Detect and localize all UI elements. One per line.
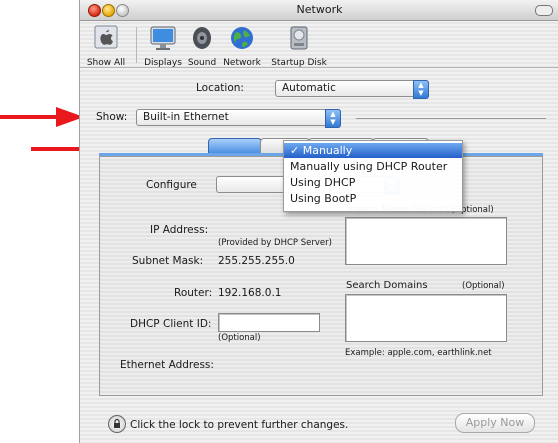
menu-item-using-bootp[interactable]: Using BootP (284, 191, 462, 206)
toolbar-toggle-button[interactable] (535, 5, 553, 16)
apple-grid-icon (94, 25, 118, 49)
search-domains-optional: (Optional) (462, 281, 505, 291)
window-title: Network (296, 3, 343, 16)
configure-label: Configure (146, 179, 197, 191)
ethernet-address-label: Ethernet Address: (120, 359, 214, 371)
globe-icon (231, 27, 253, 49)
toolbar-displays[interactable]: Displays (142, 24, 184, 68)
menu-item-using-dhcp[interactable]: Using DHCP (284, 175, 462, 190)
dhcp-client-id-note: (Optional) (218, 333, 261, 343)
configure-menu: ✓ Manually Manually using DHCP Router Us… (283, 140, 463, 212)
menu-item-manually-dhcp-router[interactable]: Manually using DHCP Router (284, 159, 462, 174)
location-popup[interactable]: Automatic ▲ ▼ (275, 80, 429, 99)
search-domains-textarea[interactable] (345, 294, 507, 342)
speaker-icon (193, 27, 211, 49)
display-icon (150, 26, 176, 50)
lock-icon[interactable] (108, 415, 126, 433)
ip-address-note: (Provided by DHCP Server) (218, 238, 332, 248)
menu-item-manually[interactable]: ✓ Manually (284, 143, 462, 158)
toolbar-sound[interactable]: Sound (184, 24, 220, 68)
toolbar: Show All Displays Sound Network Startup … (80, 21, 558, 68)
dhcp-client-id-label: DHCP Client ID: (130, 318, 212, 330)
subnet-mask-label: Subnet Mask: (132, 255, 204, 267)
location-value: Automatic (282, 82, 336, 94)
search-domains-label: Search Domains (346, 280, 428, 291)
toolbar-startup-disk[interactable]: Startup Disk (270, 24, 328, 68)
toolbar-show-all[interactable]: Show All (82, 24, 130, 68)
show-popup[interactable]: Built-in Ethernet ▲ ▼ (136, 109, 341, 128)
show-divider (356, 118, 546, 119)
ip-address-label: IP Address: (150, 224, 209, 236)
show-value: Built-in Ethernet (143, 111, 229, 123)
dns-textarea[interactable] (345, 217, 507, 265)
location-popup-arrows-icon: ▲ ▼ (413, 80, 429, 99)
location-label: Location: (196, 82, 244, 94)
disk-icon (290, 26, 308, 50)
title-bar[interactable]: Network (80, 0, 558, 21)
show-popup-arrows-icon: ▲ ▼ (325, 109, 341, 128)
subnet-mask-value: 255.255.255.0 (218, 255, 295, 267)
router-label: Router: (174, 287, 213, 299)
red-arrow-show (0, 107, 84, 127)
router-value: 192.168.0.1 (218, 287, 282, 299)
apply-now-button[interactable]: Apply Now (455, 413, 535, 433)
search-domains-example: Example: apple.com, earthlink.net (345, 348, 492, 358)
dhcp-client-id-input[interactable] (218, 313, 320, 332)
padlock-icon (114, 418, 120, 428)
show-label: Show: (96, 111, 128, 123)
lock-message: Click the lock to prevent further change… (130, 419, 349, 431)
toolbar-separator (136, 27, 137, 63)
toolbar-network[interactable]: Network (220, 24, 264, 68)
network-window: Network Show All Displays Sound Network … (79, 0, 558, 443)
